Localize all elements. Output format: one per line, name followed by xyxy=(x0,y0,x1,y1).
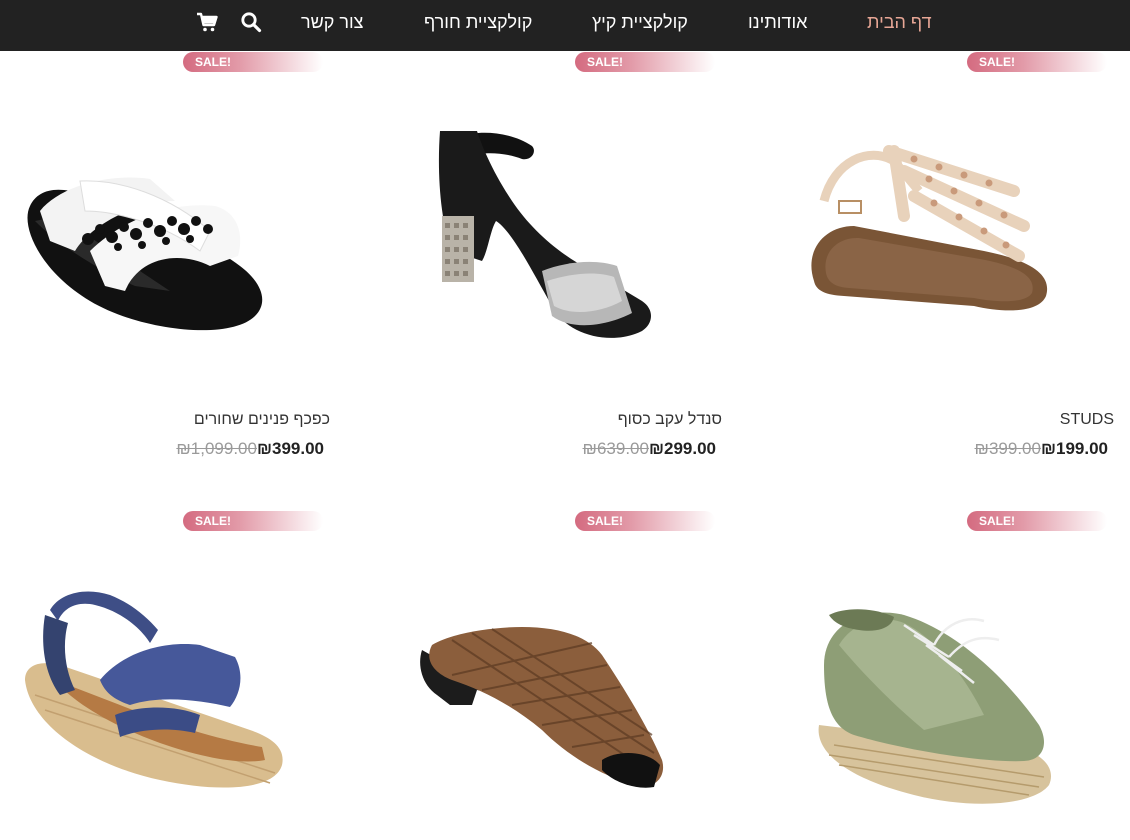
nav-winter-collection[interactable]: קולקציית חורף xyxy=(424,10,532,34)
product-image[interactable] xyxy=(784,510,1114,840)
sale-badge: SALE! xyxy=(575,52,715,72)
nav-home[interactable]: דף הבית xyxy=(867,10,932,34)
product-image[interactable] xyxy=(392,510,722,840)
new-price: ₪299.00 xyxy=(648,439,716,458)
sale-badge: SALE! xyxy=(183,52,323,72)
product-image[interactable] xyxy=(784,51,1114,381)
product-price: ₪639.00₪299.00 xyxy=(392,439,722,463)
nav-about[interactable]: אודותינו xyxy=(748,10,807,34)
nav-contact[interactable]: צור קשר xyxy=(301,10,363,34)
old-price: ₪399.00 xyxy=(974,439,1041,458)
product-price: ₪399.00₪199.00 xyxy=(784,439,1114,463)
nav-summer-collection[interactable]: קולקציית קיץ xyxy=(592,10,688,34)
old-price: ₪639.00 xyxy=(582,439,649,458)
cart-icon[interactable] xyxy=(195,10,221,34)
top-nav-bar: צור קשר קולקציית חורף קולקציית קיץ אודות… xyxy=(0,0,1130,51)
product-image[interactable] xyxy=(0,51,330,381)
sale-badge: SALE! xyxy=(575,511,715,531)
product-title[interactable]: STUDS xyxy=(784,411,1114,429)
new-price: ₪399.00 xyxy=(256,439,324,458)
product-image[interactable] xyxy=(0,510,330,840)
sale-badge: SALE! xyxy=(183,511,323,531)
sale-badge: SALE! xyxy=(967,511,1107,531)
product-image[interactable] xyxy=(392,51,722,381)
old-price: ₪1,099.00 xyxy=(176,439,257,458)
sale-badge: SALE! xyxy=(967,52,1107,72)
search-icon[interactable] xyxy=(239,10,265,34)
new-price: ₪199.00 xyxy=(1040,439,1108,458)
product-price: ₪1,099.00₪399.00 xyxy=(0,439,330,463)
product-title[interactable]: כפכף פנינים שחורים xyxy=(0,411,330,429)
product-title[interactable]: סנדל עקב כסוף xyxy=(392,411,722,429)
